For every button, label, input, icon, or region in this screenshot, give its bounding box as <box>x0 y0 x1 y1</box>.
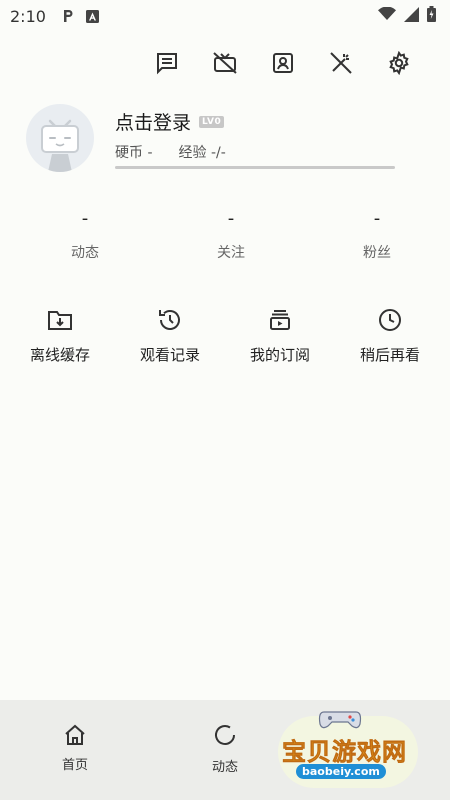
nav-label: 首页 <box>61 758 88 773</box>
shortcut-label: 离线缓存 <box>29 346 90 364</box>
level-badge: LV0 <box>199 115 225 128</box>
coins-label: 硬币 - <box>115 145 153 161</box>
shortcut-label: 我的订阅 <box>249 346 310 364</box>
coin-exp-row: 硬币 - 经验 -/- <box>115 142 226 162</box>
history-icon <box>156 306 184 334</box>
no-signal-icon[interactable] <box>212 50 238 76</box>
shortcut-row: 离线缓存 观看记录 我的订阅 稍后再看 <box>5 306 445 365</box>
subscription-icon <box>266 306 294 334</box>
count-dynamics[interactable]: - 动态 <box>0 208 158 262</box>
shortcut-label: 观看记录 <box>139 346 200 364</box>
avatar[interactable] <box>26 104 94 172</box>
refresh-circle-icon <box>215 725 235 745</box>
nav-home[interactable]: 首页 <box>0 700 150 800</box>
gamepad-icon <box>318 711 362 729</box>
count-value: - <box>227 208 235 229</box>
exp-label: 经验 -/- <box>178 145 226 161</box>
count-label: 关注 <box>217 245 245 261</box>
a-box-icon <box>85 9 99 23</box>
shortcut-subscription[interactable]: 我的订阅 <box>225 306 335 365</box>
count-row: - 动态 - 关注 - 粉丝 <box>0 208 450 262</box>
shortcut-offline-cache[interactable]: 离线缓存 <box>5 306 115 365</box>
status-time: 2:10 <box>10 6 46 26</box>
watermark-title: 宝贝游戏网 <box>282 738 407 767</box>
home-icon <box>65 724 85 745</box>
count-followers[interactable]: - 粉丝 <box>304 208 450 262</box>
battery-icon <box>427 6 436 26</box>
exp-progress-bar <box>115 166 395 169</box>
shortcut-label: 稍后再看 <box>359 346 420 364</box>
count-value: - <box>81 208 89 229</box>
login-prompt[interactable]: 点击登录 LV0 <box>115 108 225 135</box>
nav-label: 动态 <box>211 760 238 775</box>
wifi-icon <box>378 6 396 25</box>
message-icon[interactable] <box>154 50 180 76</box>
watermark-logo: 宝贝游戏网 baobeiy.com <box>278 708 428 788</box>
watermark-url: baobeiy.com <box>296 764 386 779</box>
profile-card-icon[interactable] <box>270 50 296 76</box>
count-following[interactable]: - 关注 <box>158 208 304 262</box>
signal-icon <box>404 6 419 26</box>
count-label: 粉丝 <box>363 245 391 261</box>
clock-icon <box>376 306 404 334</box>
gear-icon[interactable] <box>386 50 412 76</box>
magic-wand-icon[interactable] <box>328 50 354 76</box>
download-folder-icon <box>46 306 74 334</box>
count-value: - <box>373 208 381 229</box>
top-toolbar <box>154 50 412 76</box>
count-label: 动态 <box>71 245 99 261</box>
parking-icon <box>62 9 74 23</box>
login-text[interactable]: 点击登录 <box>115 108 191 135</box>
shortcut-watch-later[interactable]: 稍后再看 <box>335 306 445 365</box>
status-bar: 2:10 <box>0 0 450 32</box>
tv-mascot-icon <box>41 119 79 172</box>
shortcut-history[interactable]: 观看记录 <box>115 306 225 365</box>
profile-header[interactable]: 点击登录 LV0 硬币 - 经验 -/- <box>26 104 426 174</box>
